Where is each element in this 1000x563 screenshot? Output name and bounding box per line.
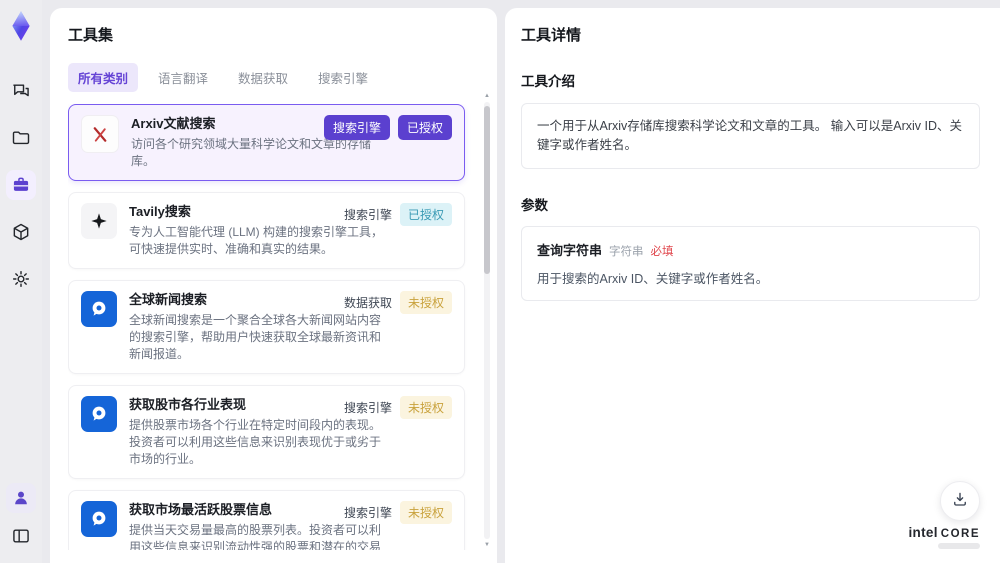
tool-card-2[interactable]: 全球新闻搜索 全球新闻搜索是一个聚合全球各大新闻网站内容的搜索引擎，帮助用户快速获…: [68, 280, 465, 374]
tab-1[interactable]: 语言翻译: [148, 63, 218, 92]
scrollbar-up-icon[interactable]: ▲: [482, 92, 492, 100]
tool-list: Arxiv文献搜索 访问各个研究领域大量科学论文和文章的存储库。 搜索引擎 已授权 Ta…: [68, 104, 479, 550]
folder-icon: [11, 128, 31, 148]
tab-3[interactable]: 搜索引擎: [308, 63, 378, 92]
param-required-flag: 必填: [650, 245, 674, 258]
param-name: 查询字符串: [537, 242, 603, 258]
intro-box: 一个用于从Arxiv存储库搜索科学论文和文章的工具。 输入可以是Arxiv ID…: [521, 103, 980, 169]
tool-card-1[interactable]: Tavily搜索 专为人工智能代理 (LLM) 构建的搜索引擎工具，可快速提供实时…: [68, 192, 465, 269]
chat-icon: [11, 81, 31, 101]
details-title: 工具详情: [521, 27, 582, 44]
tab-0[interactable]: 所有类别: [68, 63, 139, 92]
scrollbar-thumb[interactable]: [484, 106, 490, 274]
params-heading: 参数: [521, 197, 548, 213]
arxiv-logo-icon: [81, 115, 119, 153]
tab-2[interactable]: 数据获取: [228, 63, 298, 92]
tool-description: 提供股票市场各个行业在特定时间段内的表现。投资者可以利用这些信息来识别表现优于或…: [129, 418, 382, 466]
sidebar-collapse-toggle[interactable]: [6, 521, 36, 551]
auth-status-badge: 未授权: [399, 396, 452, 419]
tool-description: 全球新闻搜索是一个聚合全球各大新闻网站内容的搜索引擎，帮助用户快速获取全球最新资…: [129, 313, 382, 361]
param-item-0: 查询字符串 字符串 必填用于搜索的Arxiv ID、关键字或作者姓名。: [521, 225, 980, 301]
tool-badges: 搜索引擎 未授权: [344, 396, 452, 419]
tool-badges: 搜索引擎 未授权: [344, 501, 452, 524]
app-logo[interactable]: [4, 8, 38, 44]
tool-card-3[interactable]: 获取股市各行业表现 提供股票市场各个行业在特定时间段内的表现。投资者可以利用这些信…: [68, 385, 465, 479]
sidebar-item-chat[interactable]: [6, 76, 36, 106]
settings-icon: [11, 269, 31, 289]
panel-toggle-icon: [11, 526, 31, 546]
tavily-star-icon: [81, 203, 117, 239]
sidebar-item-packages[interactable]: [6, 217, 36, 247]
page-title: 工具集: [68, 27, 114, 44]
tool-card-0[interactable]: Arxiv文献搜索 访问各个研究领域大量科学论文和文章的存储库。 搜索引擎 已授权: [68, 104, 465, 181]
download-icon: [951, 490, 969, 513]
tool-badges: 搜索引擎 已授权: [323, 115, 452, 140]
category-badge: 搜索引擎: [343, 506, 392, 520]
news-logo-icon: [81, 291, 117, 327]
brand-core-label: CORE: [940, 528, 980, 540]
param-type: 字符串: [609, 245, 644, 258]
intro-heading: 工具介绍: [521, 74, 575, 89]
tool-description: 访问各个研究领域大量科学论文和文章的存储库。: [131, 137, 372, 168]
download-button[interactable]: [940, 481, 980, 521]
category-tabs: 所有类别 语言翻译 数据获取 搜索引擎: [68, 63, 479, 92]
brand-sub-mark: [938, 543, 980, 549]
scrollbar-down-icon[interactable]: ▼: [482, 541, 492, 549]
auth-status-badge: 已授权: [397, 115, 452, 140]
tools-panel: 工具集 所有类别 语言翻译 数据获取 搜索引擎 Arxiv文献搜索 访问各个研究领域大量…: [50, 8, 497, 563]
param-description: 用于搜索的Arxiv ID、关键字或作者姓名。: [537, 271, 769, 286]
sidebar-item-tools[interactable]: [6, 170, 36, 200]
category-badge: 搜索引擎: [323, 115, 390, 140]
user-icon: [11, 488, 31, 508]
sidebar-item-files[interactable]: [6, 123, 36, 153]
news-logo-icon: [81, 396, 117, 432]
category-badge: 搜索引擎: [343, 401, 392, 415]
sidebar-item-settings[interactable]: [6, 264, 36, 294]
details-panel: 工具详情 工具介绍 一个用于从Arxiv存储库搜索科学论文和文章的工具。 输入可…: [505, 8, 1000, 563]
scrollbar[interactable]: ▲ ▼: [482, 92, 492, 549]
intel-core-logo: intel CORE: [908, 525, 980, 549]
auth-status-badge: 未授权: [399, 291, 452, 314]
category-badge: 数据获取: [343, 296, 392, 310]
params-list: 查询字符串 字符串 必填用于搜索的Arxiv ID、关键字或作者姓名。: [521, 225, 980, 301]
left-rail: [0, 0, 42, 563]
tool-badges: 数据获取 未授权: [344, 291, 452, 314]
toolbox-icon: [11, 175, 31, 195]
category-badge: 搜索引擎: [343, 208, 392, 222]
auth-status-badge: 未授权: [399, 501, 452, 524]
sidebar-item-account[interactable]: [6, 483, 36, 513]
tool-card-4[interactable]: 获取市场最活跃股票信息 提供当天交易量最高的股票列表。投资者可以利用这些信息来识别…: [68, 490, 465, 550]
brand-intel-label: intel: [908, 525, 938, 540]
tool-badges: 搜索引擎 已授权: [344, 203, 452, 226]
news-logo-icon: [81, 501, 117, 537]
auth-status-badge: 已授权: [399, 203, 452, 226]
cube-icon: [11, 222, 31, 242]
tool-description: 专为人工智能代理 (LLM) 构建的搜索引擎工具，可快速提供实时、准确和真实的结…: [129, 225, 384, 256]
tool-description: 提供当天交易量最高的股票列表。投资者可以利用这些信息来识别流动性强的股票和潜在的…: [129, 523, 382, 550]
